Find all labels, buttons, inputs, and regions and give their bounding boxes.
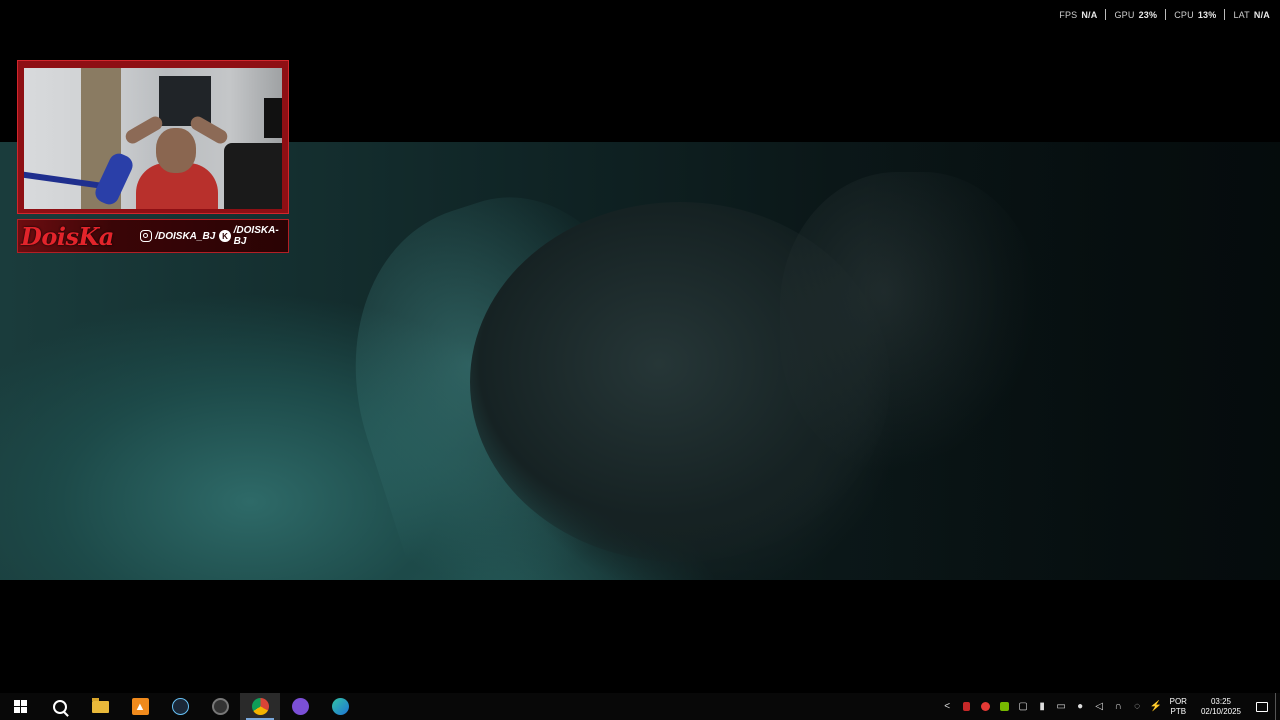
- webcam-frame: [17, 60, 289, 214]
- microphone-icon[interactable]: ▮: [1033, 693, 1052, 720]
- edge-button[interactable]: [320, 693, 360, 720]
- fps-value: N/A: [1081, 9, 1098, 20]
- clock[interactable]: 03:25 02/10/2025: [1201, 697, 1241, 717]
- headset-icon[interactable]: ∩: [1109, 693, 1128, 720]
- orange-app-icon: ▲: [131, 698, 149, 715]
- file-explorer-button[interactable]: [80, 693, 120, 720]
- kick-handle: K /DOISKA-BJ: [219, 225, 288, 247]
- display-icon[interactable]: ▭: [1052, 693, 1071, 720]
- webcam-feed: [24, 68, 282, 209]
- cpu-value: 13%: [1197, 9, 1217, 20]
- start-button[interactable]: [0, 693, 40, 720]
- network-icon[interactable]: ◌: [1128, 693, 1147, 720]
- language-code: POR: [1169, 696, 1187, 706]
- lightning-app-icon[interactable]: ⚡: [1147, 693, 1166, 720]
- instagram-handle: /DOISKA_BJ: [140, 230, 215, 242]
- steam-button[interactable]: [160, 693, 200, 720]
- instagram-icon: [140, 230, 153, 242]
- gpu-metric: GPU 23%: [1106, 10, 1165, 20]
- clock-time: 03:25: [1210, 696, 1231, 706]
- show-desktop-button[interactable]: [1275, 693, 1280, 720]
- purple-app-button[interactable]: [280, 693, 320, 720]
- steam-icon: [171, 698, 189, 715]
- volume-icon[interactable]: ◁: [1090, 693, 1109, 720]
- chrome-icon: [251, 698, 269, 715]
- streamer-logo: DoisKa: [21, 221, 114, 251]
- fps-metric: FPS N/A: [1051, 10, 1105, 20]
- kick-handle-text: /DOISKA-BJ: [233, 225, 279, 247]
- performance-overlay: FPS N/A GPU 23% CPU 13% LAT N/A: [1051, 9, 1270, 20]
- camera-tray-icon[interactable]: ▢: [1014, 693, 1033, 720]
- red-app-tray-icon[interactable]: [976, 693, 995, 720]
- system-tray: < ▢ ▮ ▭ ● ◁ ∩ ◌ ⚡ POR PTB 03:25 02/10/20…: [938, 693, 1280, 720]
- chrome-button[interactable]: [240, 693, 280, 720]
- lat-metric: LAT N/A: [1225, 10, 1270, 20]
- tray-overflow-chevron-icon[interactable]: <: [938, 693, 957, 720]
- webcam-tv: [264, 98, 282, 138]
- webcam-person-head: [156, 128, 196, 173]
- lat-value: N/A: [1253, 9, 1270, 20]
- notification-center-button[interactable]: [1249, 693, 1275, 720]
- folder-icon: [91, 697, 109, 713]
- language-indicator[interactable]: POR PTB: [1170, 697, 1187, 717]
- nvidia-icon[interactable]: [995, 693, 1014, 720]
- search-icon: [53, 699, 67, 714]
- webcam-chair: [224, 143, 282, 209]
- cpu-metric: CPU 13%: [1166, 10, 1224, 20]
- instagram-handle-text: /DOISKA_BJ: [155, 230, 216, 242]
- taskbar: ▲ < ▢ ▮ ▭ ● ◁ ∩ ◌ ⚡ POR PTB 03:25 02/10/…: [0, 693, 1280, 720]
- search-button[interactable]: [40, 693, 80, 720]
- keyboard-layout: PTB: [1170, 706, 1187, 716]
- cpu-label: CPU: [1174, 9, 1194, 20]
- dark-circle-app-icon: [211, 698, 229, 715]
- video-shadow: [860, 142, 1280, 580]
- windows-logo-icon: [13, 700, 27, 713]
- steam-tray-icon[interactable]: ●: [1071, 693, 1090, 720]
- lat-label: LAT: [1233, 9, 1250, 20]
- edge-icon: [331, 698, 349, 715]
- antivirus-icon[interactable]: [957, 693, 976, 720]
- dark-app-button[interactable]: [200, 693, 240, 720]
- fps-label: FPS: [1059, 9, 1078, 20]
- purple-app-icon: [291, 698, 309, 715]
- kick-icon: K: [219, 230, 231, 242]
- clock-date: 02/10/2025: [1200, 706, 1241, 716]
- notification-icon: [1256, 701, 1268, 712]
- gpu-label: GPU: [1114, 9, 1135, 20]
- orange-app-button[interactable]: ▲: [120, 693, 160, 720]
- gpu-value: 23%: [1138, 9, 1158, 20]
- streamer-banner: DoisKa /DOISKA_BJ K /DOISKA-BJ: [17, 219, 289, 253]
